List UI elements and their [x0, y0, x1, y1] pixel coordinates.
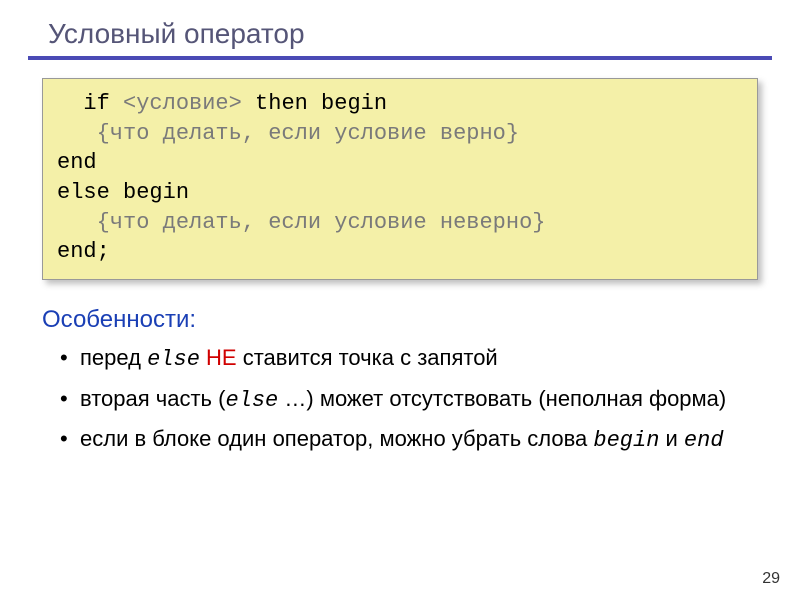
page-number: 29 [762, 570, 780, 588]
feature-item-2: вторая часть (else …) может отсутствоват… [60, 385, 758, 416]
b1-red: НЕ [206, 345, 237, 370]
b2-code: else [225, 388, 278, 413]
b3-code2: end [684, 428, 724, 453]
b2-post: …) может отсутствовать (неполная форма) [278, 386, 726, 411]
code-l4: else begin [57, 180, 189, 205]
b1-code: else [147, 347, 200, 372]
b1-post: ставится точка с запятой [237, 345, 498, 370]
code-l6: end; [57, 239, 110, 264]
slide-title: Условный оператор [0, 18, 800, 50]
feature-item-1: перед else НЕ ставится точка с запятой [60, 344, 758, 375]
code-l3: end [57, 150, 97, 175]
b2-pre: вторая часть ( [80, 386, 225, 411]
b3-code1: begin [593, 428, 659, 453]
b3-pre: если в блоке один оператор, можно убрать… [80, 426, 593, 451]
b3-mid: и [659, 426, 684, 451]
code-l1a: if [57, 91, 123, 116]
features-heading: Особенности: [42, 306, 758, 334]
features-section: Особенности: перед else НЕ ставится точк… [42, 306, 758, 456]
code-block: if <условие> then begin {что делать, есл… [42, 78, 758, 280]
code-l1c: then begin [242, 91, 387, 116]
b1-pre: перед [80, 345, 147, 370]
code-l1b: <условие> [123, 91, 242, 116]
code-l2: {что делать, если условие верно} [57, 121, 519, 146]
feature-item-3: если в блоке один оператор, можно убрать… [60, 425, 758, 456]
title-underline [28, 56, 772, 60]
features-list: перед else НЕ ставится точка с запятой в… [42, 344, 758, 456]
code-l5: {что делать, если условие неверно} [57, 210, 545, 235]
